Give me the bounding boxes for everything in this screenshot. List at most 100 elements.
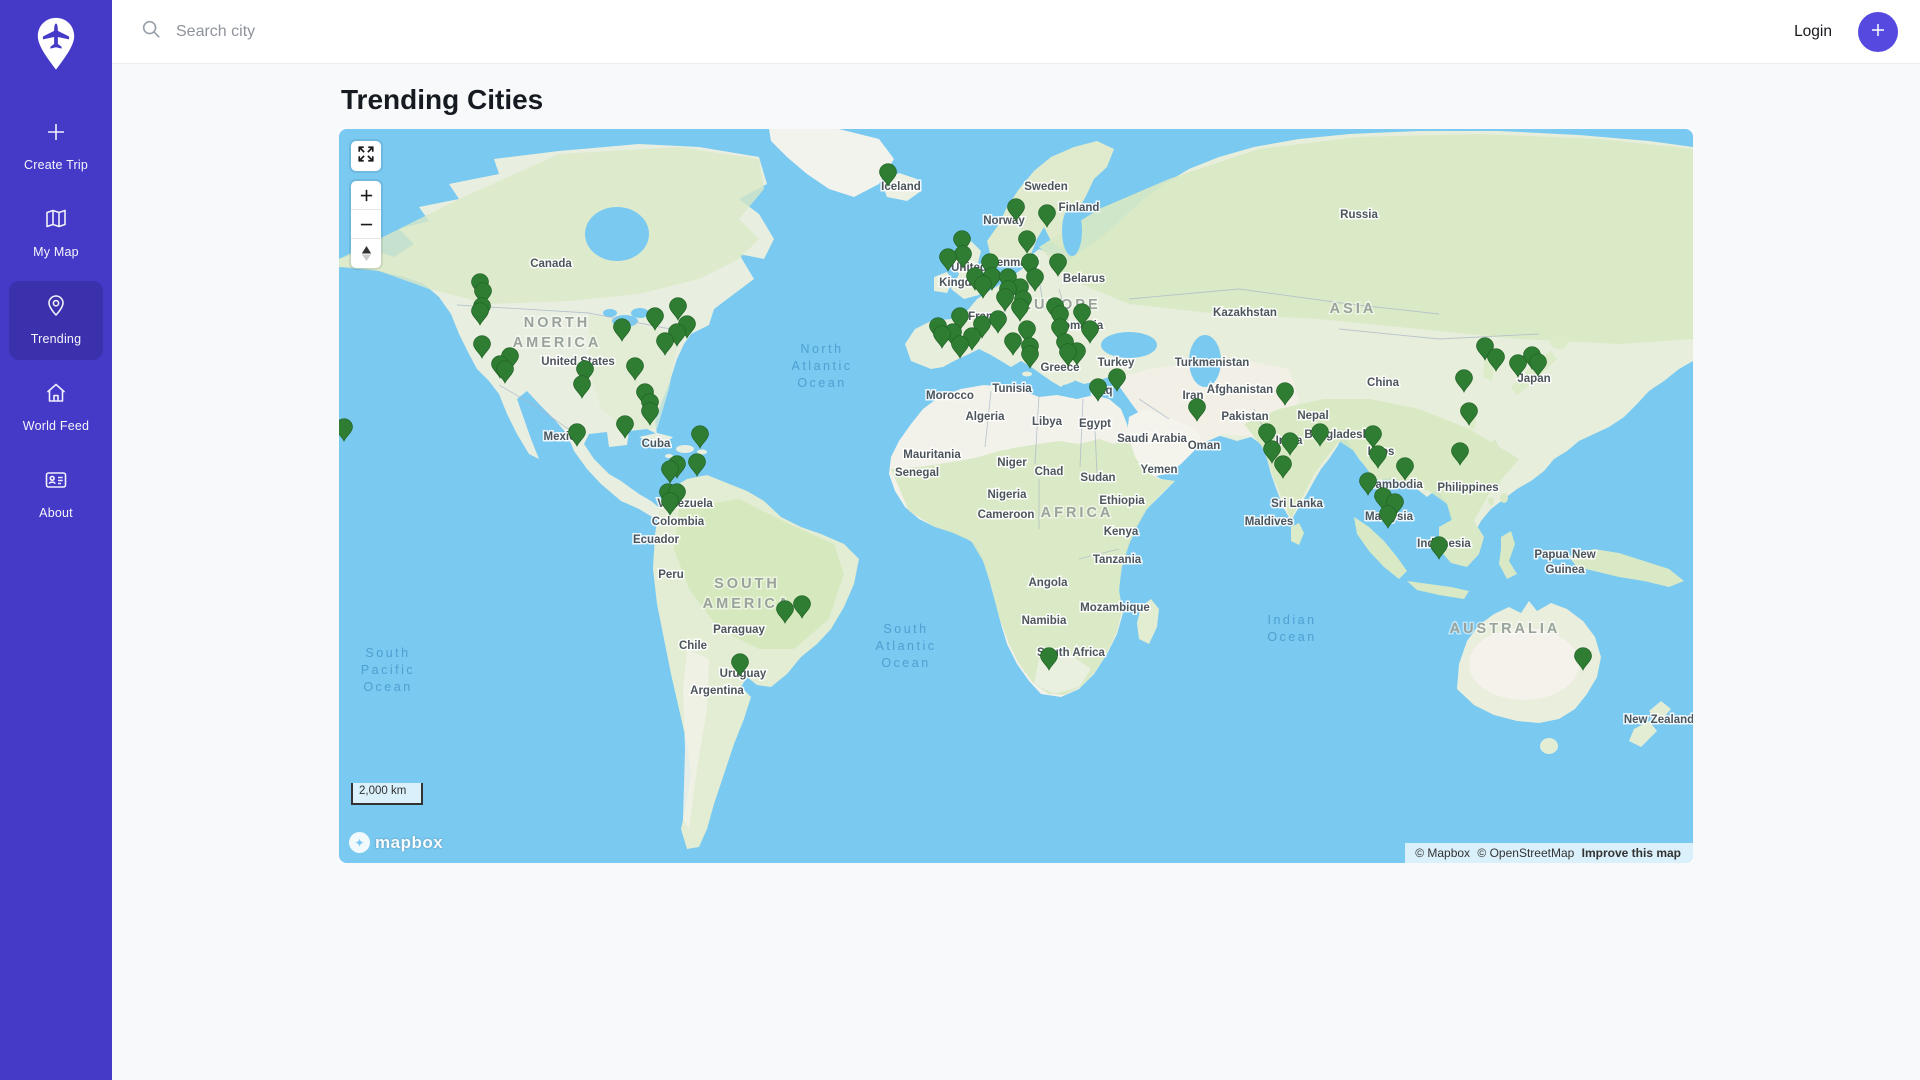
map-label: AFRICA [1041, 505, 1114, 521]
sidebar-item-label: Trending [31, 332, 81, 346]
map-label: Belarus [1063, 273, 1105, 285]
map-label: Guinea [1546, 564, 1586, 576]
map-scale: 2,000 km [351, 783, 423, 805]
map-label: Paraguay [713, 624, 765, 636]
plus-icon [1869, 21, 1887, 42]
topbar: Login [112, 0, 1920, 64]
map-label: Atlantic [876, 639, 937, 653]
map-label: China [1367, 377, 1400, 389]
login-button[interactable]: Login [1794, 23, 1832, 41]
map-label: Yemen [1140, 464, 1177, 476]
map-label: Kazakhstan [1213, 307, 1277, 319]
map-label: Ocean [363, 680, 412, 694]
map-label: Turkmenistan [1175, 357, 1250, 369]
map-label: Namibia [1022, 615, 1067, 627]
map-label: Afghanistan [1207, 384, 1273, 396]
map-label: Ocean [797, 376, 846, 390]
map-label: Cuba [642, 438, 671, 450]
map-label: Tanzania [1093, 554, 1142, 566]
map-label: Cameroon [978, 509, 1035, 521]
compass-button[interactable] [351, 239, 381, 268]
map-label: SOUTH [714, 576, 780, 592]
map-label: New Zealand [1624, 714, 1693, 726]
map-label: Atlantic [792, 359, 853, 373]
map-label: Sweden [1024, 181, 1067, 193]
map-label: Pacific [361, 663, 415, 677]
pin-icon [44, 294, 68, 323]
map-label: AMERICA [513, 335, 602, 351]
main-content: Trending Cities [112, 0, 1920, 863]
map-label: Saudi Arabia [1117, 433, 1187, 445]
map-label: Indian [1267, 613, 1316, 627]
map-label: Kenya [1104, 526, 1139, 538]
fullscreen-icon [357, 145, 375, 168]
map-label: Papua New [1534, 549, 1595, 561]
map-label: Russia [1340, 209, 1378, 221]
sidebar-item-my-map[interactable]: My Map [9, 194, 103, 273]
map-label: Algeria [966, 411, 1006, 423]
attribution-improve-link[interactable]: Improve this map [1582, 846, 1681, 860]
map-label: AUSTRALIA [1450, 621, 1561, 637]
map-label: Ocean [1267, 630, 1316, 644]
map-icon [44, 207, 68, 236]
map-label: Sudan [1080, 472, 1115, 484]
map-label: Morocco [926, 390, 974, 402]
map-label: Nigeria [988, 489, 1028, 501]
attribution-mapbox-link[interactable]: © Mapbox [1415, 846, 1470, 860]
map-label: Angola [1029, 577, 1069, 589]
map-label: Greece [1040, 362, 1079, 374]
map-attribution: © Mapbox © OpenStreetMap Improve this ma… [1405, 843, 1693, 863]
sidebar-item-label: About [39, 506, 73, 520]
fullscreen-button[interactable] [351, 141, 381, 171]
map-label: North [800, 342, 843, 356]
map-label: South [883, 622, 928, 636]
sidebar-item-world-feed[interactable]: World Feed [9, 368, 103, 447]
map-label: Argentina [690, 685, 744, 697]
map-label: Niger [997, 457, 1027, 469]
map-label: Philippines [1437, 482, 1498, 494]
map-label: Turkey [1098, 357, 1135, 369]
attribution-osm-link[interactable]: © OpenStreetMap [1477, 846, 1574, 860]
zoom-out-button[interactable] [351, 210, 381, 239]
map-label: Oman [1188, 440, 1221, 452]
map-label: Senegal [895, 467, 939, 479]
mapbox-logo-text: mapbox [375, 833, 443, 853]
map-label: Ecuador [633, 534, 680, 546]
map-label: Canada [530, 258, 572, 270]
map-label: Mozambique [1080, 602, 1150, 614]
map-label: Mauritania [903, 449, 961, 461]
sidebar-item-create-trip[interactable]: Create Trip [9, 107, 103, 186]
page-title: Trending Cities [341, 84, 1693, 116]
map-label: Japan [1517, 373, 1550, 385]
map-label: ASIA [1330, 301, 1377, 317]
sidebar-item-about[interactable]: About [9, 455, 103, 534]
trending-cities-map[interactable]: CanadaUnited StatesMexicoCubaVenezuelaCo… [339, 129, 1693, 863]
map-label: Maldives [1245, 516, 1294, 528]
zoom-in-button[interactable] [351, 181, 381, 210]
app-logo-pin-plane-icon[interactable] [33, 16, 79, 77]
search-icon [140, 18, 162, 45]
map-label: South [365, 646, 410, 660]
sidebar-item-trending[interactable]: Trending [9, 281, 103, 360]
map-label: Pakistan [1221, 411, 1268, 423]
map-label: Sri Lanka [1271, 498, 1323, 510]
map-label: NORTH [524, 315, 591, 331]
map-label: Tunisia [992, 383, 1032, 395]
add-trip-button[interactable] [1858, 12, 1898, 52]
map-navigation-control [351, 181, 381, 268]
map-label: Egypt [1079, 418, 1111, 430]
sidebar-item-label: Create Trip [24, 158, 88, 172]
map-label: Finland [1059, 202, 1100, 214]
map-label: Chad [1035, 466, 1064, 478]
home-icon [44, 381, 68, 410]
sidebar-nav: Create Trip My Map Trending World Feed A… [0, 103, 112, 538]
map-label: Colombia [652, 516, 705, 528]
map-label: Nepal [1297, 410, 1328, 422]
plus-icon [44, 120, 68, 149]
sidebar-item-label: My Map [33, 245, 79, 259]
search-input[interactable] [176, 23, 576, 41]
sidebar-item-label: World Feed [23, 419, 89, 433]
sidebar: Create Trip My Map Trending World Feed A… [0, 0, 112, 1080]
map-label: Chile [679, 640, 707, 652]
mapbox-logo[interactable]: ✦ mapbox [349, 832, 443, 853]
